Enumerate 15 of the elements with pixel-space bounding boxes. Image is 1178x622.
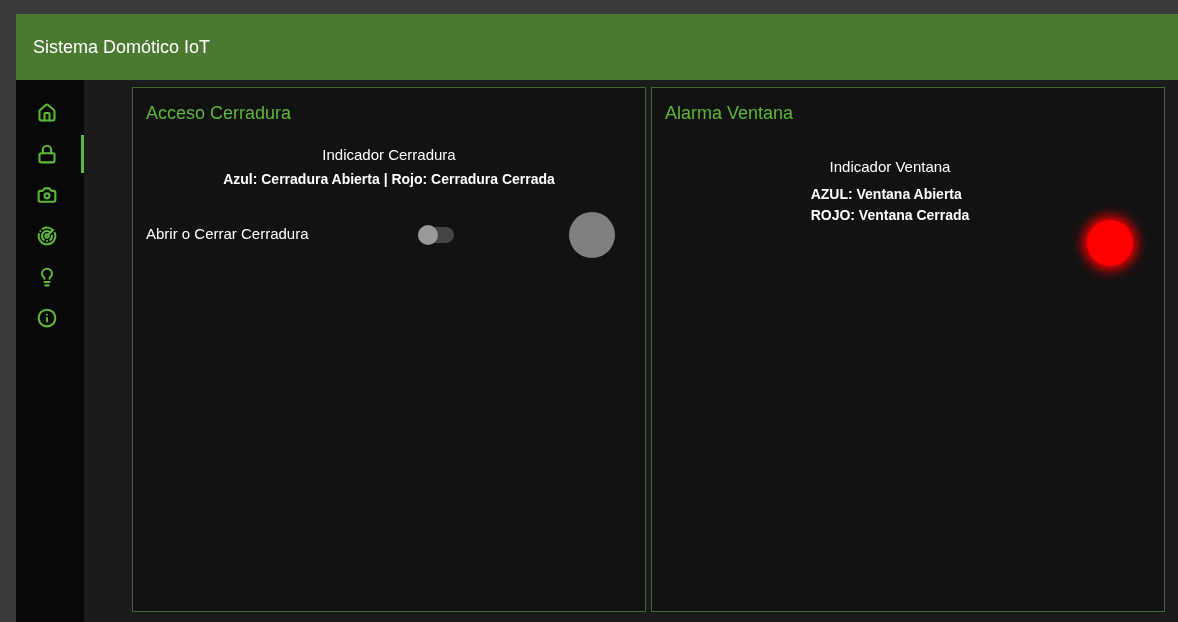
toggle-switch[interactable]	[418, 226, 454, 243]
indicator-legend: ROJO: Ventana Cerrada	[810, 204, 970, 226]
card-title: Acceso Cerradura	[146, 102, 292, 125]
radar-icon	[37, 226, 57, 246]
camera-icon	[37, 185, 57, 205]
card-title: Alarma Ventana	[665, 102, 794, 125]
indicator-label: Indicador Cerradura	[322, 145, 456, 165]
indicator-legend: AZUL: Ventana Abierta	[810, 183, 962, 205]
switch-label: Abrir o Cerrar Cerradura	[146, 224, 310, 245]
app-title: Sistema Domótico IoT	[33, 35, 211, 59]
home-icon	[37, 103, 57, 123]
lock-icon	[37, 144, 57, 164]
indicator-label: Indicador Ventana	[829, 157, 951, 177]
info-icon	[37, 308, 57, 328]
indicator-legend: Azul: Cerradura Abierta | Rojo: Cerradura Cerrada	[223, 168, 555, 190]
